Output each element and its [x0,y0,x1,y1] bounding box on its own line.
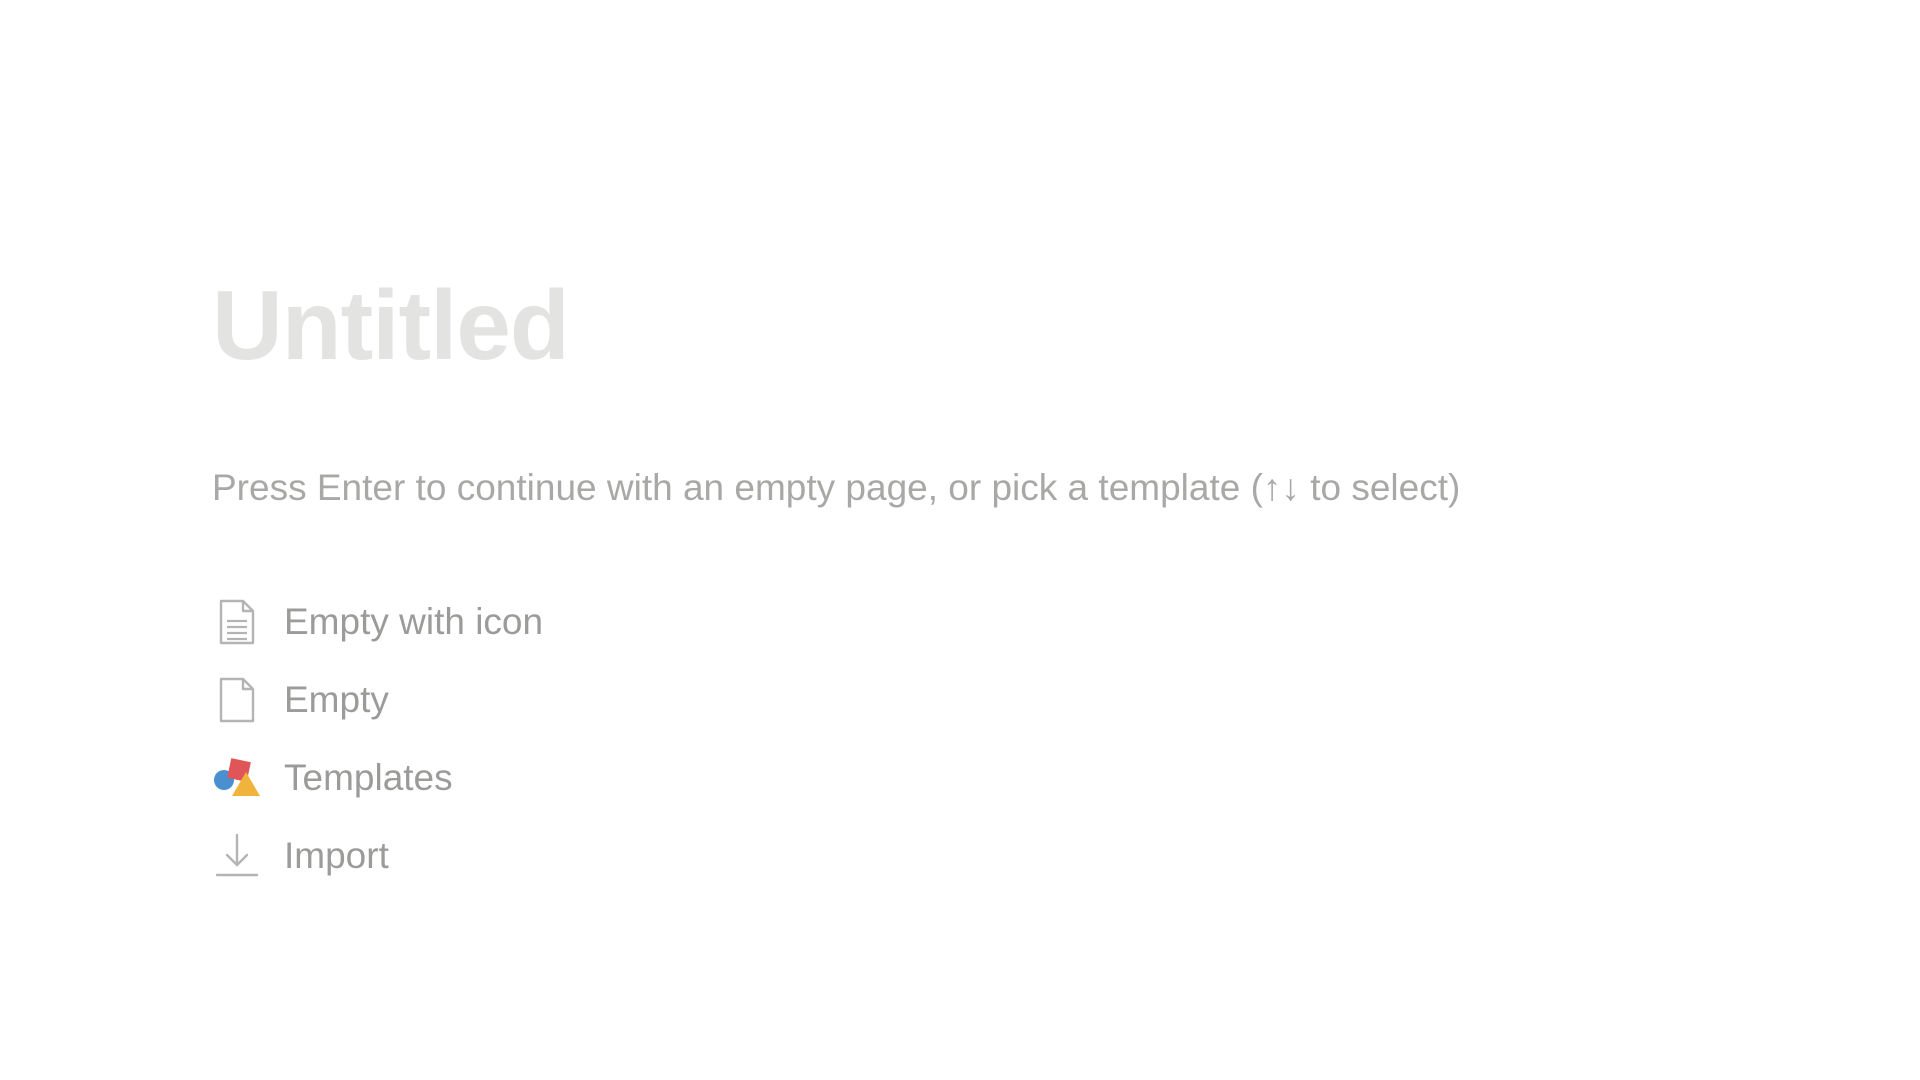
blank-document-icon [212,675,262,725]
page-title-input[interactable]: Untitled [212,270,1712,380]
template-options-list: Empty with icon Empty Templates Import [212,583,1712,895]
option-label: Import [284,835,389,876]
option-empty-with-icon[interactable]: Empty with icon [212,583,1712,661]
option-templates[interactable]: Templates [212,739,1712,817]
download-arrow-icon [212,831,262,881]
option-label: Empty with icon [284,601,544,642]
option-import[interactable]: Import [212,817,1712,895]
option-empty[interactable]: Empty [212,661,1712,739]
option-label: Empty [284,679,389,720]
new-page-editor: Untitled Press Enter to continue with an… [212,270,1712,895]
document-lines-icon [212,597,262,647]
template-hint-text: Press Enter to continue with an empty pa… [212,467,1461,508]
option-label: Templates [284,757,453,798]
templates-shapes-icon [212,753,262,803]
